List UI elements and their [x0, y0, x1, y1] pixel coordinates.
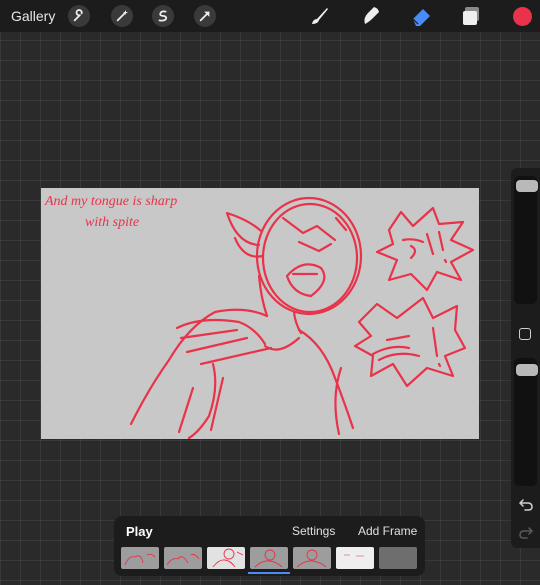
add-frame-button[interactable]: Add Frame: [358, 524, 417, 538]
gallery-button[interactable]: Gallery: [11, 8, 55, 24]
play-button[interactable]: Play: [126, 524, 153, 539]
magic-wand-icon[interactable]: [111, 5, 133, 27]
settings-button[interactable]: Settings: [292, 524, 335, 538]
opacity-handle[interactable]: [516, 364, 538, 376]
timeline-frame-active[interactable]: [207, 547, 245, 569]
redo-icon[interactable]: [518, 524, 534, 540]
timeline-frame[interactable]: [379, 547, 417, 569]
timeline-frame[interactable]: [164, 547, 202, 569]
animation-assist-bar: Play Settings Add Frame: [114, 516, 425, 576]
sketch-drawing: And my tongue is sharp with spite: [44, 194, 475, 439]
smudge-icon[interactable]: [359, 4, 383, 28]
timeline-frame[interactable]: [250, 547, 288, 569]
timeline-frame[interactable]: [121, 547, 159, 569]
timeline-frame[interactable]: [336, 547, 374, 569]
caption-line-2: with spite: [85, 215, 139, 230]
opacity-slider[interactable]: [514, 358, 538, 486]
frame-timeline: [121, 547, 421, 569]
wrench-icon[interactable]: [68, 5, 90, 27]
layers-icon[interactable]: [460, 4, 484, 28]
drawing-canvas[interactable]: And my tongue is sharp with spite: [41, 188, 479, 439]
eraser-icon[interactable]: [410, 4, 434, 28]
caption-line-1: And my tongue is sharp: [44, 194, 177, 209]
color-picker-button[interactable]: [513, 7, 532, 26]
timeline-frame[interactable]: [293, 547, 331, 569]
brush-size-handle[interactable]: [516, 180, 538, 192]
top-toolbar: Gallery: [0, 0, 540, 32]
transform-arrow-icon[interactable]: [194, 5, 216, 27]
selection-icon[interactable]: [152, 5, 174, 27]
active-frame-indicator: [248, 572, 290, 574]
brush-icon[interactable]: [308, 4, 332, 28]
modify-square-icon[interactable]: [519, 328, 531, 340]
character-sketch: [129, 196, 475, 439]
undo-icon[interactable]: [518, 496, 534, 512]
brush-size-slider[interactable]: [514, 176, 538, 304]
side-panel: [511, 168, 540, 548]
